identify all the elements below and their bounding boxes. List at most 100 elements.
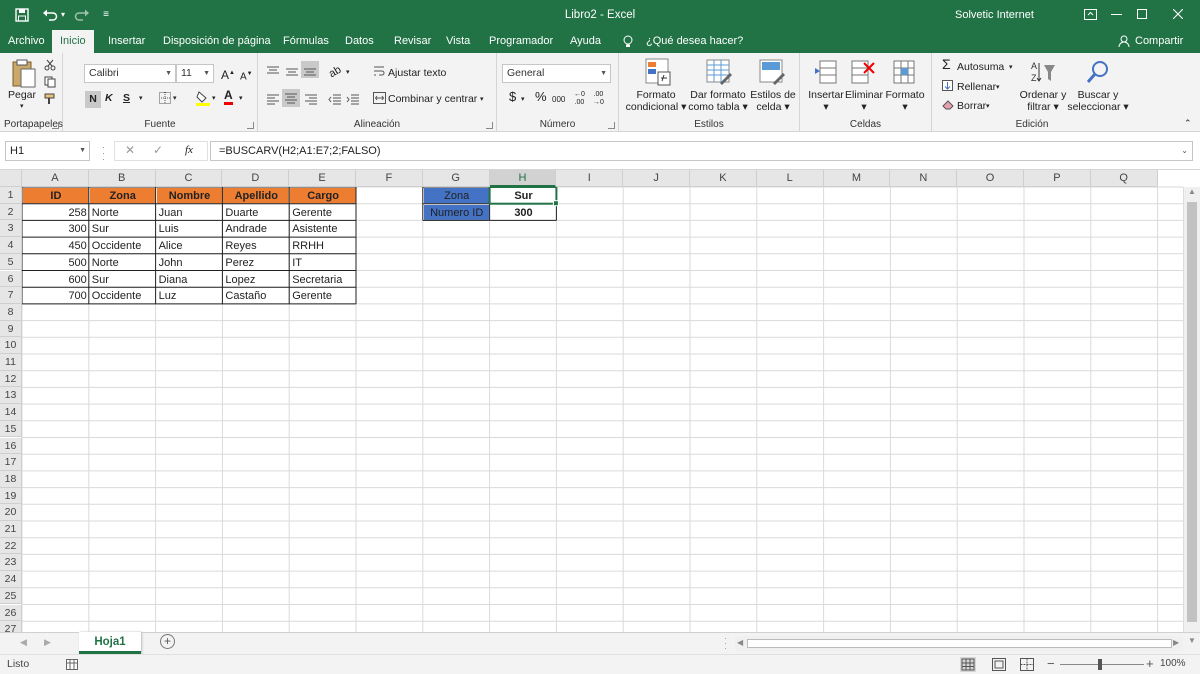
increase-indent-icon[interactable] — [346, 93, 360, 105]
underline-dropdown-icon[interactable]: ▾ — [139, 93, 143, 105]
zoom-in-icon[interactable]: + — [1146, 656, 1154, 671]
decrease-indent-icon[interactable] — [328, 93, 342, 105]
clear-button[interactable]: Borrar — [957, 100, 986, 112]
sheet-tab-hoja1[interactable]: Hoja1 — [79, 632, 141, 654]
sort-filter-icon[interactable]: AZ — [1030, 59, 1056, 85]
share-button[interactable]: Compartir — [1127, 30, 1191, 53]
horizontal-scrollbar[interactable]: ◀ ▶ — [735, 636, 1183, 651]
tell-me-search[interactable]: ¿Qué desea hacer? — [638, 30, 751, 53]
merge-center-icon[interactable] — [373, 92, 386, 104]
column-header-K[interactable]: K — [690, 170, 757, 187]
row-header-24[interactable]: 24 — [0, 571, 22, 588]
percent-button[interactable]: % — [535, 90, 547, 103]
tab-vista[interactable]: Vista — [438, 30, 478, 53]
redo-icon[interactable] — [74, 8, 90, 22]
column-header-F[interactable]: F — [356, 170, 423, 187]
customize-toolbar-icon[interactable]: ≡ — [100, 0, 112, 30]
fill-color-icon[interactable] — [196, 90, 210, 106]
currency-button[interactable]: $ — [509, 90, 516, 103]
tab-insertar[interactable]: Insertar — [100, 30, 153, 53]
worksheet-grid[interactable]: ABCDEFGHIJKLMNOPQ 1 2 3 4 5 6 7 8 9 10 11 12 13 14 15 1… — [0, 170, 1200, 632]
fill-dropdown-icon[interactable]: ▾ — [996, 82, 1000, 94]
borders-icon[interactable] — [159, 92, 171, 104]
column-header-Q[interactable]: Q — [1090, 170, 1158, 187]
paste-button[interactable]: Pegar — [8, 89, 36, 101]
row-header-20[interactable]: 20 — [0, 504, 22, 521]
thousands-button[interactable]: 000 — [552, 94, 565, 106]
tab-datos[interactable]: Datos — [337, 30, 382, 53]
row-header-16[interactable]: 16 — [0, 437, 22, 455]
prev-sheet-icon[interactable]: ◀ — [20, 637, 27, 648]
undo-icon[interactable] — [42, 8, 58, 22]
enter-icon[interactable]: ✓ — [153, 143, 163, 157]
sort-filter-button[interactable]: Ordenar y filtrar ▾ — [1016, 89, 1070, 113]
add-sheet-icon[interactable]: + — [160, 634, 175, 649]
row-header-12[interactable]: 12 — [0, 370, 22, 388]
insert-cells-icon[interactable] — [814, 59, 838, 85]
row-header-8[interactable]: 8 — [0, 303, 22, 321]
row-header-27[interactable]: 27 — [0, 621, 22, 632]
autosum-button[interactable]: Autosuma — [957, 61, 1004, 73]
tab-archivo[interactable]: Archivo — [0, 30, 53, 53]
conditional-format-button[interactable]: Formato condicional ▾ — [625, 89, 687, 113]
user-name[interactable]: Solvetic Internet — [955, 0, 1065, 30]
column-header-E[interactable]: E — [289, 170, 356, 187]
row-header-17[interactable]: 17 — [0, 454, 22, 471]
autosum-icon[interactable]: Σ — [942, 57, 951, 71]
paste-dropdown-icon[interactable]: ▾ — [20, 101, 24, 113]
font-name-select[interactable]: Calibri ▼ — [84, 64, 176, 83]
zoom-slider[interactable] — [1060, 659, 1144, 670]
eraser-icon[interactable] — [942, 99, 954, 110]
number-format-select[interactable]: General ▼ — [502, 64, 611, 83]
zoom-out-icon[interactable]: − — [1047, 656, 1055, 671]
next-sheet-icon[interactable]: ▶ — [44, 637, 51, 648]
formula-input[interactable]: =BUSCARV(H2;A1:E7;2;FALSO) ⌄ — [210, 141, 1193, 161]
page-break-view-icon[interactable] — [1020, 658, 1034, 671]
column-header-G[interactable]: G — [422, 170, 490, 187]
tab-formulas[interactable]: Fórmulas — [275, 30, 337, 53]
wrap-text-icon[interactable] — [373, 65, 385, 77]
font-launcher-icon[interactable] — [247, 122, 254, 129]
column-header-C[interactable]: C — [155, 170, 223, 187]
alignment-launcher-icon[interactable] — [486, 122, 493, 129]
column-header-I[interactable]: I — [556, 170, 624, 187]
bold-button[interactable]: N — [85, 91, 101, 108]
name-box[interactable]: H1 ▼ — [5, 141, 90, 161]
orientation-icon[interactable]: ab — [327, 64, 344, 81]
format-table-button[interactable]: Dar formato como tabla ▾ — [687, 89, 749, 113]
align-top-icon[interactable] — [266, 66, 280, 78]
undo-dropdown-icon[interactable]: ▾ — [59, 0, 67, 30]
copy-icon[interactable] — [44, 76, 56, 88]
row-header-9[interactable]: 9 — [0, 320, 22, 338]
column-header-A[interactable]: A — [22, 170, 89, 187]
borders-dropdown-icon[interactable]: ▾ — [173, 93, 177, 105]
row-header-11[interactable]: 11 — [0, 354, 22, 371]
cancel-icon[interactable]: ✕ — [125, 143, 135, 157]
row-header-10[interactable]: 10 — [0, 337, 22, 354]
underline-button[interactable]: S — [123, 92, 130, 104]
row-header-25[interactable]: 25 — [0, 587, 22, 605]
row-header-13[interactable]: 13 — [0, 387, 22, 405]
row-header-21[interactable]: 21 — [0, 521, 22, 538]
row-header-18[interactable]: 18 — [0, 470, 22, 488]
find-select-button[interactable]: Buscar y seleccionar ▾ — [1067, 89, 1129, 113]
clipboard-launcher-icon[interactable] — [52, 122, 59, 129]
scroll-left-icon[interactable]: ◀ — [737, 638, 743, 647]
row-header-6[interactable]: 6 — [0, 270, 22, 288]
row-header-26[interactable]: 26 — [0, 604, 22, 622]
align-left-icon[interactable] — [266, 93, 280, 105]
column-header-B[interactable]: B — [88, 170, 156, 187]
fill-icon[interactable] — [942, 80, 953, 91]
decrease-decimal-icon[interactable]: .00 →0 — [593, 91, 604, 107]
tab-ayuda[interactable]: Ayuda — [562, 30, 609, 53]
cell-styles-button[interactable]: Estilos de celda ▾ — [750, 89, 796, 113]
fill-color-dropdown-icon[interactable]: ▾ — [212, 93, 216, 105]
wrap-text-button[interactable]: Ajustar texto — [388, 67, 446, 79]
row-header-7[interactable]: 7 — [0, 287, 22, 304]
tab-inicio[interactable]: Inicio — [52, 30, 94, 54]
row-header-3[interactable]: 3 — [0, 220, 22, 238]
ribbon-display-icon[interactable] — [1084, 9, 1097, 20]
format-cells-button[interactable]: Formato ▾ — [884, 89, 926, 113]
formula-bar-grip-icon[interactable]: · · · — [102, 143, 105, 164]
increase-font-icon[interactable]: A▲ — [221, 67, 235, 81]
